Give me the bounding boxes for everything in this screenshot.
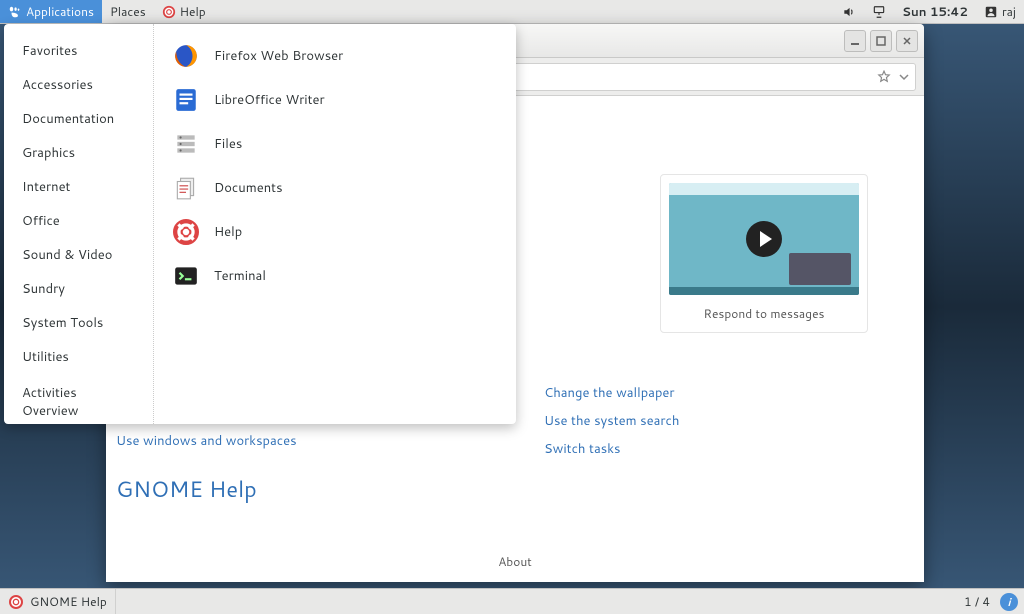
about-link[interactable]: About [106,553,924,570]
top-panel: Applications Places Help Sun 15:42 raj [0,0,1024,24]
category-internet[interactable]: Internet [4,170,153,204]
app-label: Help [214,223,242,241]
foot-icon [8,5,22,19]
close-button[interactable] [896,30,918,52]
documents-icon [172,174,200,202]
chevron-down-icon[interactable] [899,72,909,82]
video-card-messages[interactable]: Respond to messages [660,174,868,333]
applications-menu: Favorites Accessories Documentation Grap… [4,24,516,424]
video-thumbnail [669,183,859,295]
video-caption: Respond to messages [704,305,825,322]
clock[interactable]: Sun 15:42 [894,0,976,23]
terminal-icon [172,262,200,290]
applications-categories: Favorites Accessories Documentation Grap… [4,24,154,424]
category-sundry[interactable]: Sundry [4,272,153,306]
app-label: Documents [214,179,283,197]
volume-icon [842,5,856,19]
firefox-icon [172,42,200,70]
activities-overview[interactable]: Activities Overview [4,374,153,434]
user-icon [984,5,998,19]
minimize-button[interactable] [844,30,866,52]
app-label: Firefox Web Browser [214,47,343,65]
app-firefox[interactable]: Firefox Web Browser [154,34,516,78]
workspace-switcher[interactable]: 1 / 4 [958,593,996,610]
menu-places[interactable]: Places [102,0,154,23]
link-switch-tasks[interactable]: Switch tasks [544,440,679,458]
app-documents[interactable]: Documents [154,166,516,210]
category-office[interactable]: Office [4,204,153,238]
help-icon [172,218,200,246]
link-change-wallpaper[interactable]: Change the wallpaper [544,384,679,402]
maximize-button[interactable] [870,30,892,52]
play-icon[interactable] [746,221,782,257]
page-heading: GNOME Help [116,474,257,505]
category-sound-video[interactable]: Sound & Video [4,238,153,272]
menu-applications[interactable]: Applications [0,0,102,23]
app-help[interactable]: Help [154,210,516,254]
bookmark-star-icon[interactable] [877,70,891,84]
app-libreoffice-writer[interactable]: LibreOffice Writer [154,78,516,122]
network-indicator[interactable] [864,0,894,23]
link-system-search[interactable]: Use the system search [544,412,679,430]
menu-help[interactable]: Help [154,0,214,23]
taskbar-item-gnome-help[interactable]: GNOME Help [0,589,116,614]
links-column-1: Use windows and workspaces [116,432,297,460]
app-label: Terminal [214,267,266,285]
category-system-tools[interactable]: System Tools [4,306,153,340]
app-label: Files [214,135,242,153]
app-terminal[interactable]: Terminal [154,254,516,298]
category-favorites[interactable]: Favorites [4,34,153,68]
files-icon [172,130,200,158]
category-graphics[interactable]: Graphics [4,136,153,170]
volume-indicator[interactable] [834,0,864,23]
user-menu[interactable]: raj [976,0,1024,23]
link-windows-workspaces[interactable]: Use windows and workspaces [116,432,297,450]
wired-network-icon [872,5,886,19]
lifebuoy-icon [162,5,176,19]
app-label: LibreOffice Writer [214,91,325,109]
applications-list: Firefox Web Browser LibreOffice Writer F… [154,24,516,424]
lifebuoy-icon [8,594,24,610]
writer-icon [172,86,200,114]
category-accessories[interactable]: Accessories [4,68,153,102]
category-utilities[interactable]: Utilities [4,340,153,374]
info-icon[interactable]: i [1000,593,1018,611]
category-documentation[interactable]: Documentation [4,102,153,136]
links-column-3: Change the wallpaper Use the system sear… [544,384,679,468]
app-files[interactable]: Files [154,122,516,166]
bottom-panel: GNOME Help 1 / 4 i [0,588,1024,614]
